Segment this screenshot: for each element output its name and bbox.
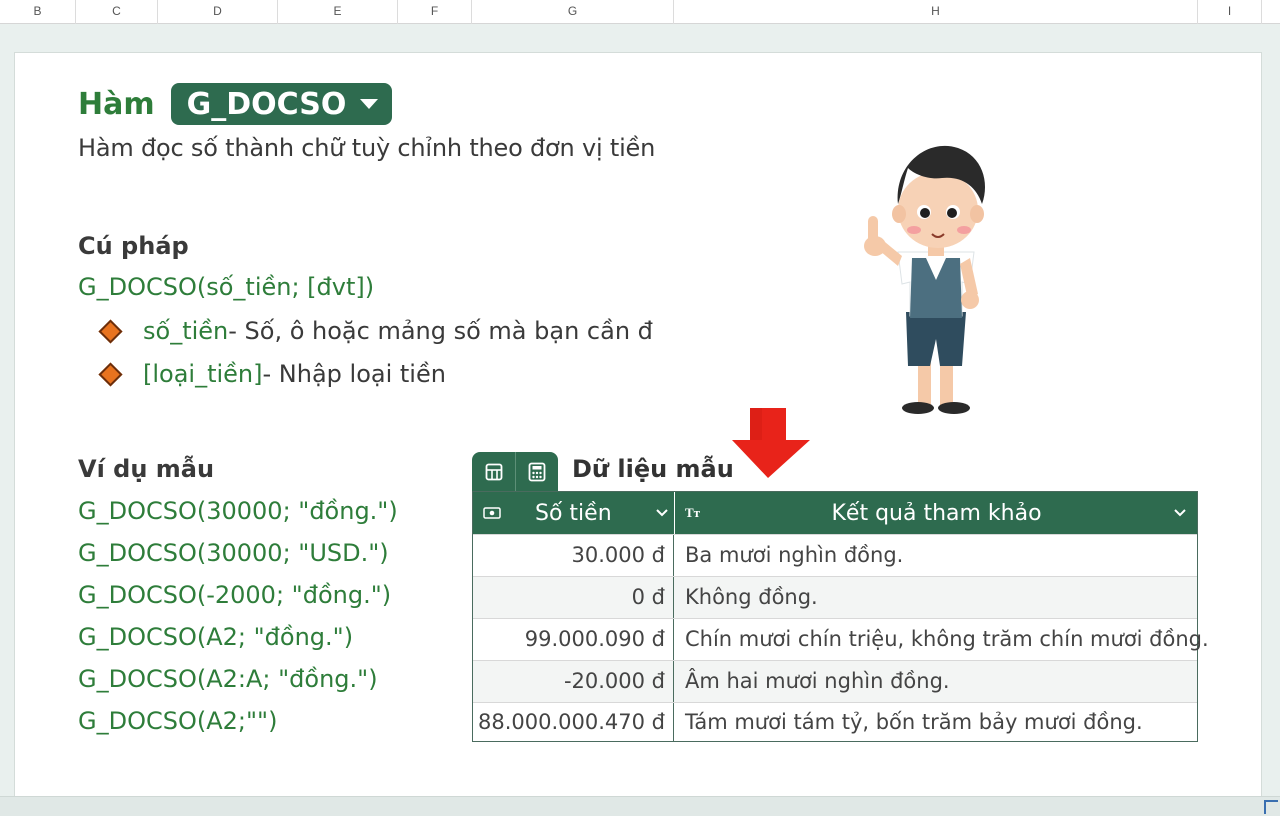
diamond-bullet-icon	[98, 361, 123, 387]
table-icon	[485, 463, 502, 481]
column-header-b[interactable]: B	[0, 0, 76, 24]
table-row: 0 đ Không đồng.	[473, 576, 1197, 618]
table-row: 88.000.000.470 đ Tám mươi tám tỷ, bốn tr…	[473, 702, 1197, 742]
amount-cell[interactable]: 99.000.090 đ	[473, 619, 674, 660]
function-name: G_DOCSO	[186, 86, 347, 122]
sheet-bottom-bar	[0, 796, 1280, 816]
result-cell[interactable]: Ba mươi nghìn đồng.	[675, 535, 1197, 576]
boy-mascot-illustration	[864, 145, 985, 414]
argument-item: số_tiền - Số, ô hoặc mảng số mà bạn cần …	[98, 314, 653, 348]
column-header-amount[interactable]: Số tiền	[483, 492, 673, 534]
argument-description: - Nhập loại tiền	[262, 360, 446, 388]
header-divider	[674, 492, 675, 534]
function-description: Hàm đọc số thành chữ tuỳ chỉnh theo đơn …	[78, 134, 656, 162]
example-formula: G_DOCSO(A2; "đồng.")	[78, 623, 354, 651]
syntax-heading: Cú pháp	[78, 232, 189, 260]
example-formula: G_DOCSO(A2;"")	[78, 707, 278, 735]
argument-item: [loại_tiền] - Nhập loại tiền	[98, 357, 446, 391]
banknote-icon	[483, 507, 501, 519]
example-formula: G_DOCSO(A2:A; "đồng.")	[78, 665, 378, 693]
amount-cell[interactable]: 88.000.000.470 đ	[473, 703, 674, 742]
table-row: -20.000 đ Âm hai mươi nghìn đồng.	[473, 660, 1197, 702]
column-header-c[interactable]: C	[76, 0, 158, 24]
sample-data-title: Dữ liệu mẫu	[572, 455, 734, 483]
syntax-formula: G_DOCSO(số_tiền; [đvt])	[78, 273, 375, 301]
column-header-f[interactable]: F	[398, 0, 472, 24]
title-prefix: Hàm	[78, 86, 155, 122]
red-down-arrow-icon	[732, 408, 810, 478]
column-header-d[interactable]: D	[158, 0, 278, 24]
function-selector-dropdown[interactable]: G_DOCSO	[170, 83, 393, 125]
examples-heading: Ví dụ mẫu	[78, 455, 215, 483]
column-header-strip: B C D E F G H I	[0, 0, 1280, 24]
column-header-label: Kết quả tham khảo	[831, 500, 1042, 526]
calculator-icon	[528, 462, 546, 482]
example-formula: G_DOCSO(-2000; "đồng.")	[78, 581, 392, 609]
table-row: 30.000 đ Ba mươi nghìn đồng.	[473, 534, 1197, 576]
sample-data-table: Số tiền Tт Kết quả tham khảo 30.000 đ Ba…	[472, 491, 1209, 742]
amount-cell[interactable]: -20.000 đ	[473, 661, 674, 702]
example-formula: G_DOCSO(30000; "USD.")	[78, 539, 389, 567]
table-header-row: Số tiền Tт Kết quả tham khảo	[473, 492, 1197, 534]
table-row: 99.000.090 đ Chín mươi chín triệu, không…	[473, 618, 1209, 660]
table-view-button[interactable]	[472, 452, 515, 492]
table-view-tabs	[472, 452, 558, 492]
result-cell[interactable]: Chín mươi chín triệu, không trăm chín mư…	[675, 619, 1209, 660]
column-header-i[interactable]: I	[1198, 0, 1262, 24]
result-cell[interactable]: Không đồng.	[675, 577, 1197, 618]
chevron-down-icon[interactable]	[1173, 508, 1187, 518]
amount-cell[interactable]: 0 đ	[473, 577, 674, 618]
result-cell[interactable]: Tám mươi tám tỷ, bốn trăm bảy mươi đồng.	[675, 703, 1197, 742]
argument-name: số_tiền	[143, 317, 229, 345]
amount-cell[interactable]: 30.000 đ	[473, 535, 674, 576]
function-title: Hàm G_DOCSO	[78, 82, 393, 126]
column-header-h[interactable]: H	[674, 0, 1198, 24]
argument-description: - Số, ô hoặc mảng số mà bạn cần đ	[228, 317, 653, 345]
diamond-bullet-icon	[98, 318, 123, 344]
chevron-down-icon	[360, 99, 379, 109]
text-type-icon: Tт	[685, 505, 701, 520]
result-cell[interactable]: Âm hai mươi nghìn đồng.	[675, 661, 1197, 702]
argument-name: [loại_tiền]	[143, 360, 263, 388]
example-formula: G_DOCSO(30000; "đồng.")	[78, 497, 398, 525]
column-header-result[interactable]: Tт Kết quả tham khảo	[685, 492, 1191, 534]
column-header-e[interactable]: E	[278, 0, 398, 24]
column-header-g[interactable]: G	[472, 0, 674, 24]
calculator-view-button[interactable]	[515, 452, 558, 492]
selection-corner-icon	[1264, 800, 1278, 814]
column-header-label: Số tiền	[535, 500, 612, 526]
chevron-down-icon[interactable]	[655, 508, 669, 518]
